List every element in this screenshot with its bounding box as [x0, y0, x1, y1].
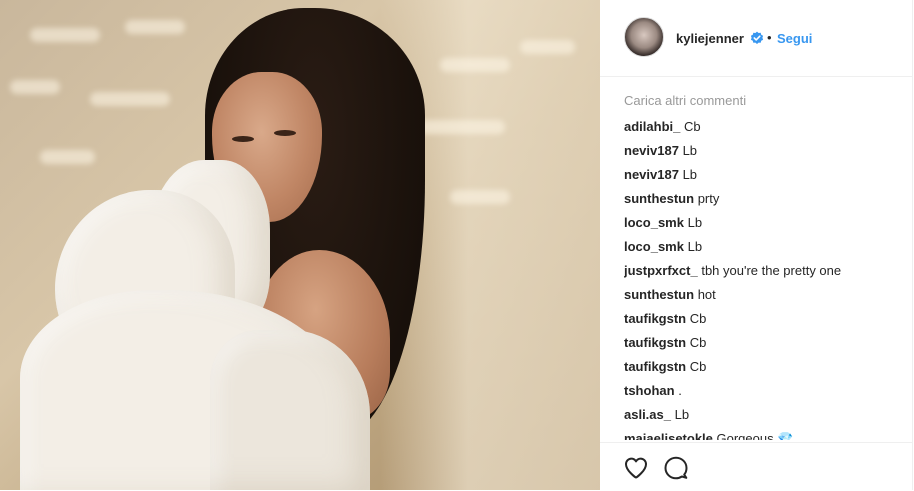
comment-username[interactable]: neviv187 [624, 167, 679, 182]
comment-icon[interactable] [663, 455, 689, 481]
eye-shape [232, 136, 254, 142]
comment-text: hot [697, 287, 716, 302]
light-spot [30, 28, 100, 42]
comment-text: prty [697, 191, 720, 206]
light-spot [450, 190, 510, 204]
load-more-comments-link[interactable]: Carica altri commenti [624, 93, 746, 108]
comment-username[interactable]: taufikgstn [624, 335, 686, 350]
light-spot [520, 40, 575, 54]
comment-item: taufikgstn Cb [624, 359, 706, 375]
comment-item: justpxrfxct_ tbh you're the pretty one [624, 263, 841, 279]
comment-username[interactable]: sunthestun [624, 191, 694, 206]
comment-text: Gorgeous 💎 [716, 431, 794, 440]
light-spot [90, 92, 170, 106]
light-spot [40, 150, 95, 164]
comment-username[interactable]: justpxrfxct_ [624, 263, 698, 278]
comment-item: adilahbi_ Cb [624, 119, 701, 135]
fur-coat-fold [210, 330, 370, 490]
comment-text: Cb [689, 311, 707, 326]
light-spot [415, 120, 505, 134]
avatar[interactable] [624, 17, 664, 57]
light-spot [440, 58, 510, 72]
comment-username[interactable]: neviv187 [624, 143, 679, 158]
comment-item: tshohan . [624, 383, 682, 399]
comment-text: Cb [689, 359, 707, 374]
comment-text: Lb [674, 407, 690, 422]
comment-item: loco_smk Lb [624, 239, 702, 255]
post-header: kyliejenner • Segui [600, 0, 912, 77]
comment-item: taufikgstn Cb [624, 335, 706, 351]
comment-text: Lb [682, 167, 698, 182]
comments-list[interactable]: Carica altri commenti adilahbi_ Cb neviv… [624, 86, 904, 440]
follow-button[interactable]: Segui [777, 31, 812, 46]
comment-text: . [678, 383, 682, 398]
comment-text: Cb [683, 119, 701, 134]
comment-username[interactable]: taufikgstn [624, 359, 686, 374]
eye-shape [274, 130, 296, 136]
comment-text: tbh you're the pretty one [701, 263, 842, 278]
comment-text: Lb [687, 239, 703, 254]
comment-username[interactable]: adilahbi_ [624, 119, 680, 134]
comment-item: neviv187 Lb [624, 143, 697, 159]
comment-text: Lb [687, 215, 703, 230]
comment-username[interactable]: taufikgstn [624, 311, 686, 326]
comment-username[interactable]: maiaelisetokle [624, 431, 713, 440]
post-side-panel: kyliejenner • Segui Carica altri comment… [600, 0, 914, 490]
comment-text: Cb [689, 335, 707, 350]
comment-text: Lb [682, 143, 698, 158]
light-spot [125, 20, 185, 34]
comment-item: maiaelisetokle Gorgeous 💎 [624, 431, 793, 440]
comment-username[interactable]: loco_smk [624, 239, 684, 254]
author-username[interactable]: kyliejenner [676, 31, 744, 46]
light-spot [10, 80, 60, 94]
comment-item: neviv187 Lb [624, 167, 697, 183]
comment-username[interactable]: asli.as_ [624, 407, 671, 422]
verified-badge-icon [750, 31, 764, 44]
comment-username[interactable]: loco_smk [624, 215, 684, 230]
comment-item: sunthestun prty [624, 191, 719, 207]
comment-item: sunthestun hot [624, 287, 716, 303]
comment-item: taufikgstn Cb [624, 311, 706, 327]
comment-item: loco_smk Lb [624, 215, 702, 231]
panel-right-border [912, 0, 913, 490]
post-actions-bar [600, 442, 912, 491]
comment-username[interactable]: tshohan [624, 383, 675, 398]
heart-icon[interactable] [623, 455, 649, 481]
header-separator: • [767, 30, 772, 45]
post-image[interactable] [0, 0, 600, 490]
comment-username[interactable]: sunthestun [624, 287, 694, 302]
comment-item: asli.as_ Lb [624, 407, 689, 423]
